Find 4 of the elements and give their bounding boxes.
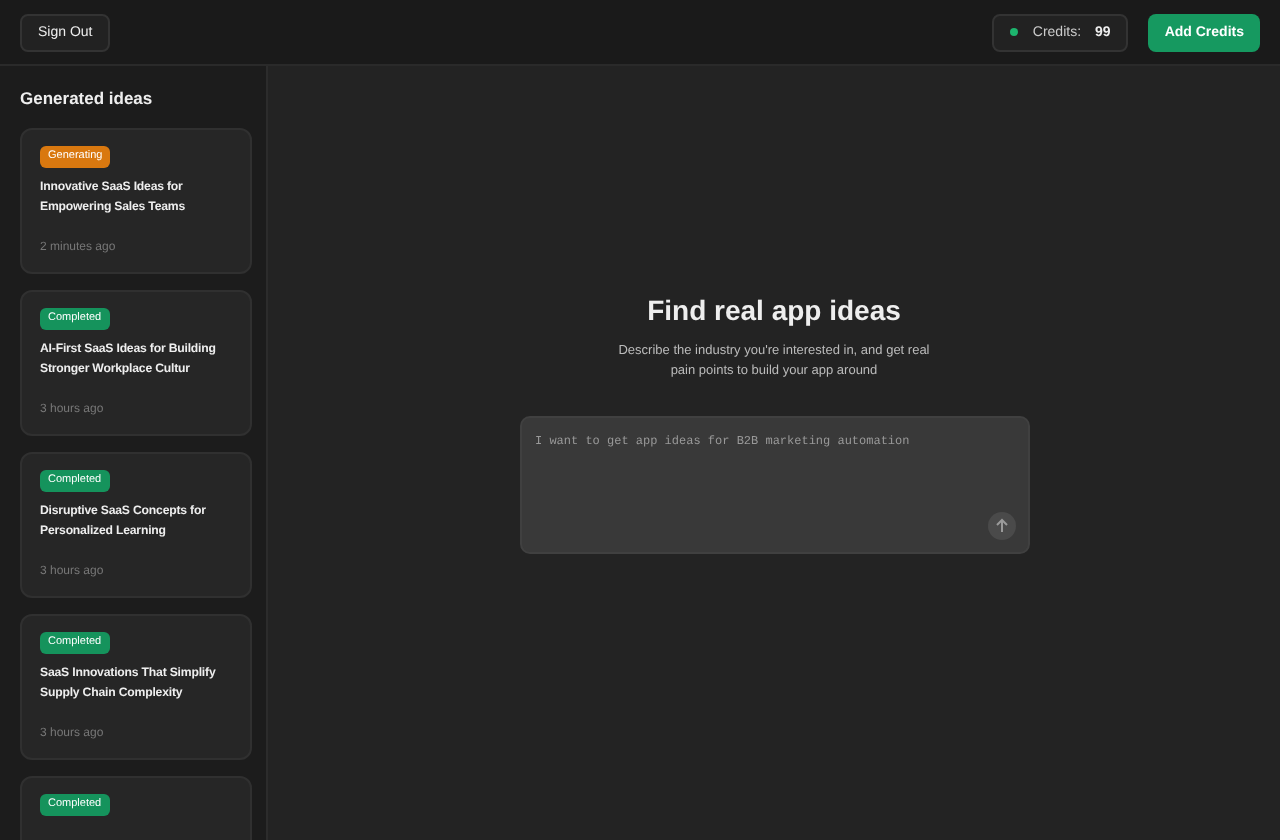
status-dot-icon (1010, 28, 1019, 36)
sidebar-title: Generated ideas (20, 88, 155, 108)
arrow-up-icon (993, 517, 1009, 533)
main-heading: Find real app ideas (647, 293, 901, 325)
